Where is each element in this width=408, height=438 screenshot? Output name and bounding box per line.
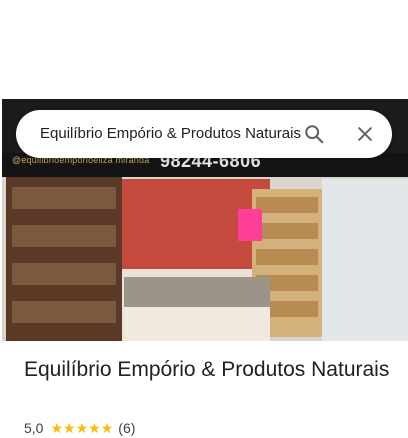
- search-button[interactable]: [298, 118, 330, 150]
- star-rating: ★ ★ ★ ★ ★: [50, 421, 113, 435]
- glass-door: [322, 179, 408, 341]
- rating-row[interactable]: 5,0 ★ ★ ★ ★ ★ (6): [24, 419, 135, 437]
- search-icon: [305, 125, 324, 144]
- left-shelf: [6, 177, 122, 341]
- pink-sign: [238, 209, 262, 241]
- review-count[interactable]: (6): [118, 420, 135, 436]
- rating-value: 5,0: [24, 420, 44, 436]
- counter: [124, 307, 270, 341]
- close-button[interactable]: [349, 118, 381, 150]
- star-icon: ★: [100, 420, 114, 436]
- close-icon: [358, 127, 372, 141]
- place-title: Equilíbrio Empório & Produtos Naturais: [24, 358, 390, 381]
- star-icon: ★: [75, 420, 89, 436]
- search-bar[interactable]: Equilíbrio Empório & Produtos Naturais: [16, 110, 392, 158]
- search-query[interactable]: Equilíbrio Empório & Produtos Naturais: [40, 125, 302, 142]
- star-icon: ★: [88, 420, 101, 436]
- product-display: [124, 277, 270, 307]
- star-icon: ★: [50, 420, 64, 436]
- star-icon: ★: [63, 420, 76, 436]
